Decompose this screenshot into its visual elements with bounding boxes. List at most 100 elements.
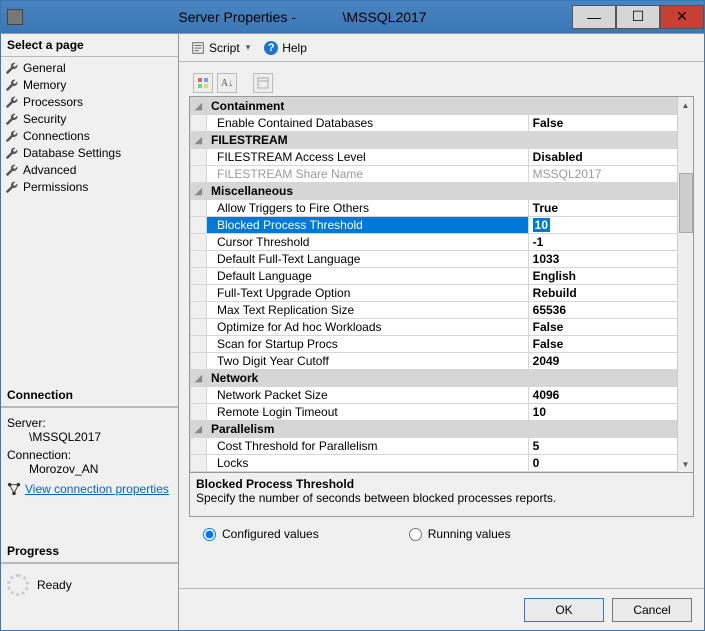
- property-row[interactable]: Enable Contained DatabasesFalse: [191, 115, 693, 132]
- scrollbar[interactable]: ▲ ▼: [677, 97, 693, 472]
- sidebar-item-general[interactable]: General: [5, 59, 174, 76]
- property-row[interactable]: Full-Text Upgrade OptionRebuild: [191, 285, 693, 302]
- property-value[interactable]: False: [528, 336, 692, 353]
- property-row[interactable]: Default LanguageEnglish: [191, 268, 693, 285]
- content: A↓ ◢ContainmentEnable Contained Database…: [179, 62, 704, 588]
- property-name: Optimize for Ad hoc Workloads: [207, 319, 529, 336]
- property-row[interactable]: Allow Triggers to Fire OthersTrue: [191, 200, 693, 217]
- progress-status: Ready: [37, 578, 72, 592]
- property-name: FILESTREAM Share Name: [207, 166, 529, 183]
- property-row[interactable]: Cost Threshold for Parallelism5: [191, 438, 693, 455]
- page-nav: GeneralMemoryProcessorsSecurityConnectio…: [1, 57, 178, 201]
- collapse-icon[interactable]: ◢: [191, 370, 207, 387]
- select-page-header: Select a page: [1, 34, 178, 57]
- property-row[interactable]: FILESTREAM Access LevelDisabled: [191, 149, 693, 166]
- collapse-icon[interactable]: ◢: [191, 421, 207, 438]
- value-mode-radios: Configured values Running values: [189, 517, 694, 545]
- property-grid-wrap: ◢ContainmentEnable Contained DatabasesFa…: [189, 96, 694, 473]
- category-containment[interactable]: ◢Containment: [191, 98, 693, 115]
- view-connection-properties-link[interactable]: View connection properties: [25, 482, 169, 496]
- progress-spinner-icon: [7, 574, 29, 596]
- property-row[interactable]: Max Text Replication Size65536: [191, 302, 693, 319]
- close-button[interactable]: ✕: [660, 5, 704, 29]
- server-label: Server:: [7, 416, 172, 430]
- property-value[interactable]: MSSQL2017: [528, 166, 692, 183]
- sidebar-item-memory[interactable]: Memory: [5, 76, 174, 93]
- server-value: \MSSQL2017: [29, 430, 172, 444]
- scroll-down-icon[interactable]: ▼: [678, 456, 693, 472]
- collapse-icon[interactable]: ◢: [191, 183, 207, 200]
- property-row[interactable]: Locks0: [191, 455, 693, 472]
- app-icon: [7, 9, 23, 25]
- property-value[interactable]: 4096: [528, 387, 692, 404]
- progress-block: Ready: [1, 563, 178, 600]
- property-row[interactable]: Optimize for Ad hoc WorkloadsFalse: [191, 319, 693, 336]
- property-value[interactable]: 65536: [528, 302, 692, 319]
- property-value[interactable]: 5: [528, 438, 692, 455]
- property-name: Scan for Startup Procs: [207, 336, 529, 353]
- property-value[interactable]: Rebuild: [528, 285, 692, 302]
- property-name: Default Language: [207, 268, 529, 285]
- alphabetical-button[interactable]: A↓: [217, 73, 237, 93]
- property-pages-button[interactable]: [253, 73, 273, 93]
- description-box: Blocked Process Threshold Specify the nu…: [189, 473, 694, 517]
- property-grid[interactable]: ◢ContainmentEnable Contained DatabasesFa…: [190, 97, 693, 472]
- scroll-thumb[interactable]: [679, 173, 693, 233]
- scroll-up-icon[interactable]: ▲: [678, 97, 693, 113]
- category-parallelism[interactable]: ◢Parallelism: [191, 421, 693, 438]
- property-value[interactable]: -1: [528, 234, 692, 251]
- property-row[interactable]: Network Packet Size4096: [191, 387, 693, 404]
- dropdown-icon: ▾: [246, 42, 251, 53]
- ok-button[interactable]: OK: [524, 598, 604, 622]
- property-name: FILESTREAM Access Level: [207, 149, 529, 166]
- category-miscellaneous[interactable]: ◢Miscellaneous: [191, 183, 693, 200]
- window: Server Properties - \MSSQL2017 — ☐ ✕ Sel…: [0, 0, 705, 631]
- sidebar-item-database-settings[interactable]: Database Settings: [5, 144, 174, 161]
- grid-toolbar: A↓: [189, 72, 694, 94]
- property-row[interactable]: Two Digit Year Cutoff2049: [191, 353, 693, 370]
- property-value[interactable]: True: [528, 200, 692, 217]
- property-value[interactable]: 1033: [528, 251, 692, 268]
- property-name: Blocked Process Threshold: [207, 217, 529, 234]
- property-value[interactable]: 2049: [528, 353, 692, 370]
- property-name: Enable Contained Databases: [207, 115, 529, 132]
- property-value[interactable]: 10: [528, 217, 692, 234]
- property-value[interactable]: False: [528, 115, 692, 132]
- category-network[interactable]: ◢Network: [191, 370, 693, 387]
- property-value[interactable]: English: [528, 268, 692, 285]
- category-filestream[interactable]: ◢FILESTREAM: [191, 132, 693, 149]
- maximize-button[interactable]: ☐: [616, 5, 660, 29]
- script-button[interactable]: Script ▾: [187, 39, 254, 57]
- sidebar-item-processors[interactable]: Processors: [5, 93, 174, 110]
- help-icon: ?: [264, 41, 278, 55]
- sidebar-item-security[interactable]: Security: [5, 110, 174, 127]
- property-row[interactable]: Remote Login Timeout10: [191, 404, 693, 421]
- sidebar-item-permissions[interactable]: Permissions: [5, 178, 174, 195]
- property-row[interactable]: Cursor Threshold-1: [191, 234, 693, 251]
- sidebar-item-connections[interactable]: Connections: [5, 127, 174, 144]
- categorized-button[interactable]: [193, 73, 213, 93]
- property-row[interactable]: Default Full-Text Language1033: [191, 251, 693, 268]
- configured-values-radio[interactable]: Configured values: [203, 527, 319, 541]
- property-row[interactable]: Blocked Process Threshold10: [191, 217, 693, 234]
- sidebar-item-advanced[interactable]: Advanced: [5, 161, 174, 178]
- property-value[interactable]: 10: [528, 404, 692, 421]
- property-row[interactable]: Scan for Startup ProcsFalse: [191, 336, 693, 353]
- running-values-radio[interactable]: Running values: [409, 527, 511, 541]
- property-name: Full-Text Upgrade Option: [207, 285, 529, 302]
- cancel-button[interactable]: Cancel: [612, 598, 692, 622]
- property-row[interactable]: FILESTREAM Share NameMSSQL2017: [191, 166, 693, 183]
- window-buttons: — ☐ ✕: [572, 6, 704, 29]
- property-value[interactable]: False: [528, 319, 692, 336]
- collapse-icon[interactable]: ◢: [191, 98, 207, 115]
- property-name: Locks: [207, 455, 529, 472]
- connection-label: Connection:: [7, 448, 172, 462]
- connection-value: Morozov_AN: [29, 462, 172, 476]
- property-name: Max Text Replication Size: [207, 302, 529, 319]
- help-button[interactable]: ? Help: [260, 39, 311, 57]
- minimize-button[interactable]: —: [572, 5, 616, 29]
- property-value[interactable]: Disabled: [528, 149, 692, 166]
- collapse-icon[interactable]: ◢: [191, 132, 207, 149]
- property-value[interactable]: 0: [528, 455, 692, 472]
- titlebar[interactable]: Server Properties - \MSSQL2017 — ☐ ✕: [1, 1, 704, 33]
